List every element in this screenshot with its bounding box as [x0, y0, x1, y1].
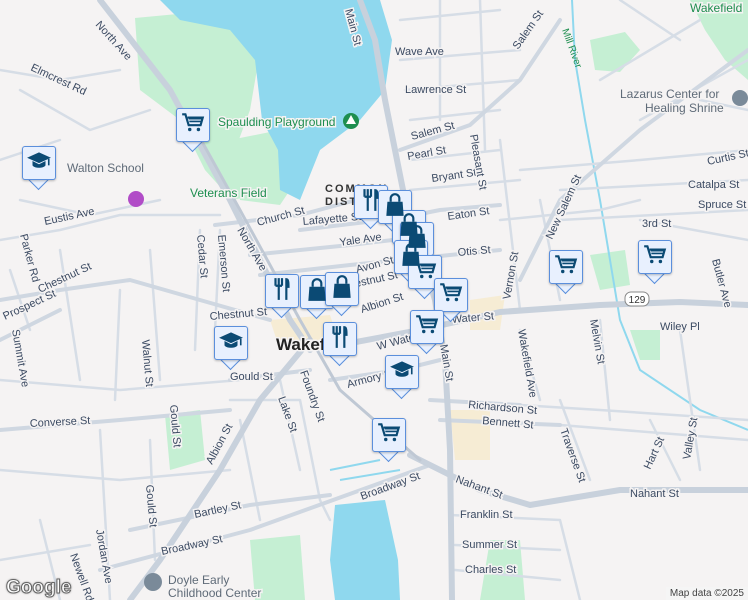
svg-text:Traverse St: Traverse St: [557, 427, 588, 484]
svg-text:Franklin St: Franklin St: [460, 509, 513, 521]
svg-text:Nahant St: Nahant St: [630, 488, 679, 500]
restaurant-marker[interactable]: [323, 322, 357, 367]
school-marker[interactable]: [214, 326, 248, 371]
shopping-bag-icon: [329, 274, 355, 305]
svg-text:Parker Rd: Parker Rd: [17, 233, 41, 284]
svg-text:Foundry St: Foundry St: [297, 369, 327, 424]
grocery-marker[interactable]: [410, 310, 444, 355]
shopping-cart-icon: [414, 312, 440, 343]
svg-text:Hart St: Hart St: [642, 435, 667, 471]
google-logo: Google: [5, 577, 72, 599]
shopping-marker[interactable]: [325, 272, 359, 317]
svg-text:Spaulding Playground: Spaulding Playground: [218, 115, 335, 129]
svg-text:Walton School: Walton School: [67, 161, 144, 175]
marker-box: [176, 108, 210, 142]
svg-text:Broadway St: Broadway St: [160, 533, 224, 558]
svg-text:Church St: Church St: [256, 205, 306, 229]
school-marker[interactable]: [385, 355, 419, 400]
svg-text:Wiley Pl: Wiley Pl: [660, 321, 700, 333]
grocery-marker[interactable]: [176, 108, 210, 153]
shopping-cart-icon: [376, 420, 402, 451]
svg-text:Childhood Center: Childhood Center: [168, 586, 261, 600]
svg-text:Wakefield Ave: Wakefield Ave: [515, 328, 539, 398]
route-shield: 129: [624, 291, 650, 307]
svg-text:Gould St: Gould St: [143, 484, 159, 528]
marker-box: [372, 418, 406, 452]
svg-text:Veterans Field: Veterans Field: [190, 186, 267, 200]
marker-box: [385, 355, 419, 389]
svg-text:Lawrence St: Lawrence St: [405, 84, 466, 96]
marker-box: [22, 146, 56, 180]
marker-box: [638, 240, 672, 274]
svg-text:Gould St: Gould St: [230, 371, 273, 383]
map-canvas[interactable]: 129 North Ave Main St Wave Ave Lawrence …: [0, 0, 748, 600]
svg-text:Catalpa St: Catalpa St: [688, 179, 739, 191]
svg-text:Otis St: Otis St: [457, 244, 491, 259]
marker-box: [214, 326, 248, 360]
marker-box: [325, 272, 359, 306]
svg-text:New Salem St: New Salem St: [544, 173, 584, 241]
shopping-cart-icon: [180, 110, 206, 141]
svg-text:Albion St: Albion St: [204, 422, 235, 467]
grocery-marker[interactable]: [372, 418, 406, 463]
svg-text:Nahant St: Nahant St: [454, 474, 504, 502]
svg-text:Wakefield: Wakefield: [690, 1, 742, 15]
svg-text:Melvin St: Melvin St: [587, 318, 607, 365]
graduation-cap-icon: [389, 357, 415, 388]
fork-knife-icon: [269, 276, 295, 307]
restaurant-marker[interactable]: [265, 274, 299, 319]
svg-text:Converse St: Converse St: [30, 415, 91, 430]
svg-text:Summit Ave: Summit Ave: [9, 328, 31, 388]
marker-box: [323, 322, 357, 356]
marker-box: [434, 278, 468, 312]
marker-box: [549, 250, 583, 284]
svg-text:Lazarus Center for: Lazarus Center for: [620, 87, 719, 101]
school-marker[interactable]: [22, 146, 56, 191]
svg-text:Chestnut St: Chestnut St: [209, 306, 267, 323]
svg-text:Albion St: Albion St: [359, 291, 405, 316]
svg-text:Mill River: Mill River: [559, 27, 584, 70]
grocery-marker[interactable]: [638, 240, 672, 285]
shopping-cart-icon: [642, 242, 668, 273]
svg-text:Salem St: Salem St: [511, 8, 546, 51]
svg-text:Jordan Ave: Jordan Ave: [93, 528, 114, 584]
svg-text:Curtis St: Curtis St: [706, 147, 748, 168]
svg-text:North Ave: North Ave: [93, 19, 134, 63]
svg-text:Doyle Early: Doyle Early: [168, 573, 229, 587]
svg-text:Walnut St: Walnut St: [139, 339, 155, 387]
svg-text:129: 129: [629, 295, 646, 306]
svg-text:Healing Shrine: Healing Shrine: [645, 101, 724, 115]
fork-knife-icon: [327, 324, 353, 355]
svg-text:Charles St: Charles St: [465, 564, 516, 576]
marker-box: [265, 274, 299, 308]
svg-text:Cedar St: Cedar St: [194, 234, 210, 278]
map-attribution[interactable]: Map data ©2025: [665, 587, 748, 600]
graduation-cap-icon: [26, 148, 52, 179]
shopping-cart-icon: [438, 280, 464, 311]
svg-text:Elmcrest Rd: Elmcrest Rd: [29, 62, 88, 98]
shopping-cart-icon: [553, 252, 579, 283]
marker-box: [410, 310, 444, 344]
grocery-marker[interactable]: [549, 250, 583, 295]
crystal-lake: [330, 500, 400, 600]
svg-text:Eustis Ave: Eustis Ave: [43, 206, 96, 228]
svg-text:Bryant St: Bryant St: [431, 167, 477, 185]
svg-text:Yale Ave: Yale Ave: [339, 231, 383, 249]
svg-text:3rd St: 3rd St: [642, 218, 671, 230]
svg-text:Summer St: Summer St: [462, 539, 517, 551]
svg-text:Spruce St: Spruce St: [698, 199, 746, 211]
graduation-cap-icon: [218, 328, 244, 359]
svg-text:Wave Ave: Wave Ave: [395, 46, 444, 58]
